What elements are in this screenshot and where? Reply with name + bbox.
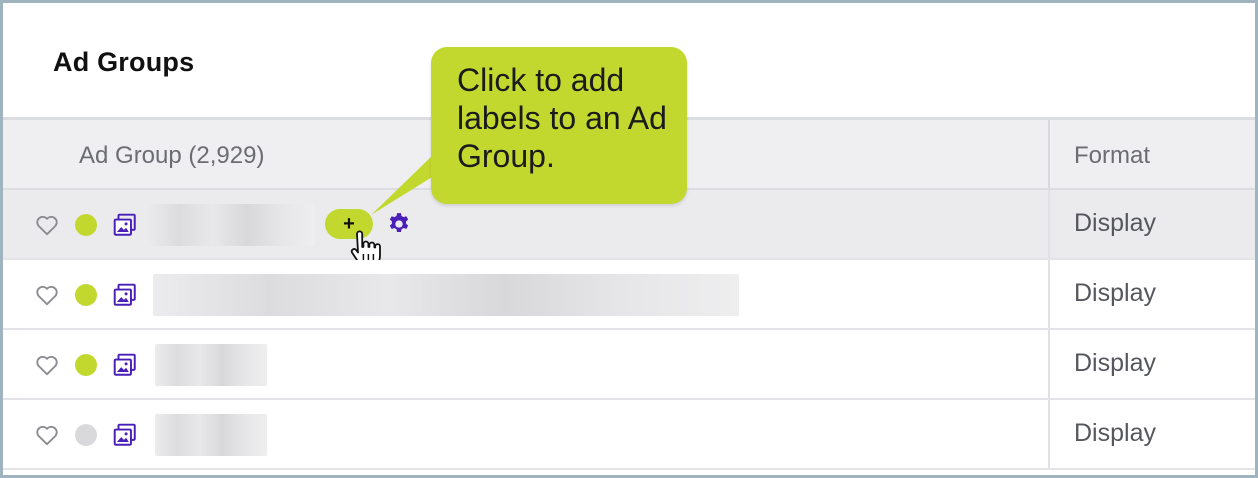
image-icon: [113, 423, 136, 446]
ad-group-name-redacted[interactable]: [153, 274, 739, 316]
tooltip-callout: Click to add labels to an Ad Group.: [431, 47, 687, 204]
format-cell: Display: [1074, 419, 1156, 447]
ad-groups-panel: Ad Groups Ad Group (2,929) Format + Disp…: [0, 0, 1258, 478]
column-header-format[interactable]: Format: [1074, 142, 1150, 170]
column-divider: [1048, 120, 1050, 188]
table-row[interactable]: Display: [3, 260, 1255, 330]
heart-icon[interactable]: [34, 282, 60, 308]
table-row[interactable]: Display: [3, 330, 1255, 400]
column-divider: [1048, 190, 1050, 258]
table-row[interactable]: Display: [3, 400, 1255, 470]
ad-group-name-redacted[interactable]: [145, 204, 315, 246]
ad-group-name-redacted[interactable]: [155, 344, 267, 386]
status-dot: [75, 214, 97, 236]
status-dot: [75, 284, 97, 306]
status-dot: [75, 354, 97, 376]
image-icon: [113, 213, 136, 236]
image-icon: [113, 283, 136, 306]
heart-icon[interactable]: [34, 212, 60, 238]
format-cell: Display: [1074, 279, 1156, 307]
format-cell: Display: [1074, 349, 1156, 377]
heart-icon[interactable]: [34, 422, 60, 448]
column-divider: [1048, 400, 1050, 468]
column-header-ad-group[interactable]: Ad Group (2,929): [79, 142, 264, 170]
image-icon: [113, 353, 136, 376]
ad-group-name-redacted[interactable]: [155, 414, 267, 456]
column-divider: [1048, 330, 1050, 398]
format-cell: Display: [1074, 209, 1156, 237]
heart-icon[interactable]: [34, 352, 60, 378]
page-title: Ad Groups: [53, 47, 195, 77]
callout-text: Click to add labels to an Ad Group.: [457, 62, 667, 174]
column-divider: [1048, 260, 1050, 328]
status-dot: [75, 424, 97, 446]
